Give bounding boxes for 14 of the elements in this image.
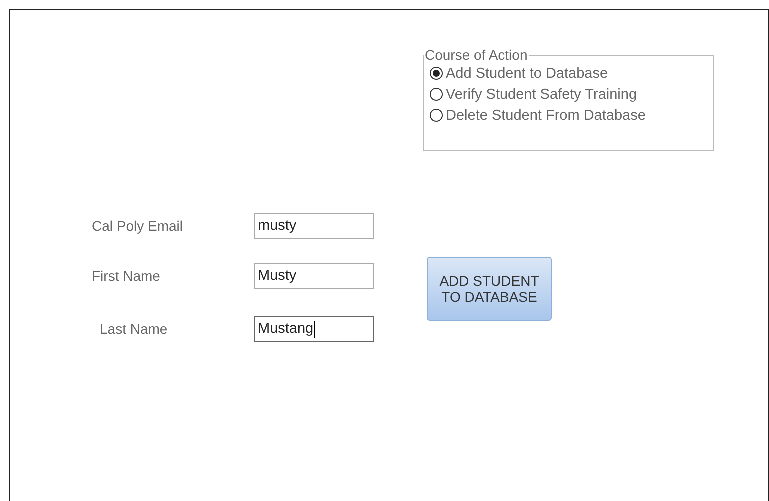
field-label: Cal Poly Email (92, 218, 184, 234)
input-field[interactable]: musty (254, 213, 374, 239)
radio-icon[interactable] (430, 67, 443, 80)
radio-option[interactable]: Add Student to Database (430, 63, 713, 84)
field-label: Last Name (99, 321, 169, 337)
radio-option[interactable]: Verify Student Safety Training (430, 84, 713, 105)
field-label: First Name (92, 268, 162, 284)
radio-icon[interactable] (430, 109, 443, 122)
add-student-button[interactable]: ADD STUDENT TO DATABASE (427, 257, 552, 321)
group-title: Course of Action (424, 47, 529, 63)
radio-option[interactable]: Delete Student From Database (430, 105, 713, 126)
radio-icon[interactable] (430, 88, 443, 101)
input-field[interactable]: Musty (254, 263, 374, 289)
input-field[interactable]: Mustang (254, 316, 374, 342)
